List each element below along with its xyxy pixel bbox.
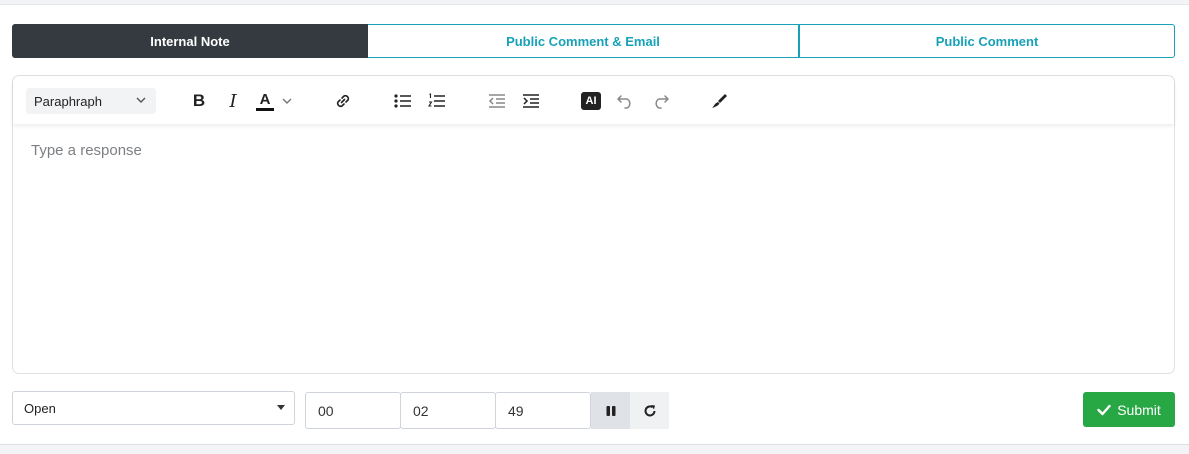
redo-icon: [655, 95, 670, 109]
rich-text-editor: Paraphraph B I A AI Type a response: [12, 75, 1175, 374]
text-color-icon: A: [256, 92, 274, 111]
numbered-list-icon: [428, 93, 445, 107]
italic-icon: I: [229, 90, 237, 112]
timer-minutes: 02: [413, 402, 429, 419]
timer-minutes-input[interactable]: 02: [400, 392, 496, 429]
ai-icon: AI: [581, 92, 601, 110]
status-value: Open: [24, 400, 56, 416]
link-button[interactable]: [331, 89, 355, 113]
submit-label: Submit: [1117, 401, 1161, 418]
ai-button[interactable]: AI: [579, 89, 603, 113]
editor-placeholder: Type a response: [31, 142, 142, 159]
tab-public-comment[interactable]: Public Comment: [799, 24, 1175, 58]
tab-internal-note[interactable]: Internal Note: [12, 24, 368, 58]
bullet-list-button[interactable]: [391, 89, 415, 113]
ticket-status-select[interactable]: Open: [12, 391, 295, 425]
undo-button[interactable]: [613, 89, 637, 113]
tab-public-comment-email[interactable]: Public Comment & Email: [368, 24, 799, 58]
numbered-list-button[interactable]: [425, 89, 449, 113]
editor-content[interactable]: Type a response: [31, 142, 142, 159]
redo-button[interactable]: [649, 89, 673, 113]
caret-down-icon: [277, 405, 285, 410]
chevron-down-icon: [282, 98, 292, 104]
bold-icon: B: [192, 91, 206, 110]
link-icon: [336, 94, 350, 108]
text-color-button[interactable]: A: [256, 89, 300, 113]
timer-hours: 00: [318, 402, 334, 419]
italic-button[interactable]: I: [221, 89, 245, 113]
block-format-label: Paraphraph: [34, 93, 102, 109]
clear-format-icon: [712, 94, 727, 108]
indent-icon: [523, 94, 539, 108]
pause-timer-button[interactable]: [591, 392, 630, 429]
check-icon: [1097, 404, 1111, 415]
block-format-select[interactable]: Paraphraph: [26, 88, 156, 114]
reply-type-tabs: Internal Note Public Comment & Email Pub…: [12, 24, 1175, 58]
indent-button[interactable]: [519, 89, 543, 113]
outdent-button[interactable]: [485, 89, 509, 113]
refresh-icon: [644, 404, 655, 416]
timer-seconds: 49: [508, 402, 524, 419]
submit-button[interactable]: Submit: [1083, 392, 1175, 427]
bullet-list-icon: [394, 94, 411, 108]
reset-timer-button[interactable]: [630, 392, 669, 429]
timer-hours-input[interactable]: 00: [305, 392, 401, 429]
outdent-icon: [488, 94, 505, 108]
reply-panel: Internal Note Public Comment & Email Pub…: [0, 4, 1189, 445]
undo-icon: [616, 95, 631, 109]
pause-icon: [606, 405, 615, 416]
timer-seconds-input[interactable]: 49: [495, 392, 591, 429]
editor-toolbar: Paraphraph B I A AI: [13, 76, 1174, 124]
clear-format-button[interactable]: [707, 89, 731, 113]
chevron-down-icon: [136, 97, 146, 103]
bold-button[interactable]: B: [187, 89, 211, 113]
